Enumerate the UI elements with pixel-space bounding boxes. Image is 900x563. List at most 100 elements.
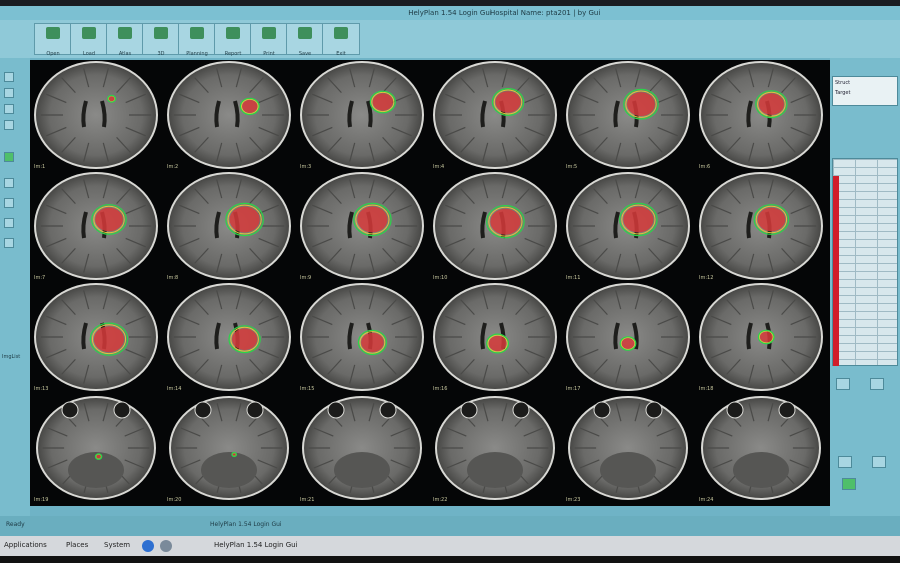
mri-slice[interactable]: Im:1 [31, 61, 161, 171]
browser-icon[interactable] [142, 540, 154, 552]
mri-slice[interactable]: Im:16 [430, 283, 560, 393]
mri-slice[interactable]: Im:12 [696, 172, 826, 282]
pan-tool-button[interactable] [4, 88, 14, 98]
slice-label: Im:9 [300, 275, 312, 281]
mri-slice[interactable]: Im:23 [563, 394, 693, 504]
mri-slice[interactable]: Im:7 [31, 172, 161, 282]
mri-slice[interactable]: Im:9 [297, 172, 427, 282]
slice-label: Im:1 [34, 164, 46, 170]
places-menu[interactable]: Places [66, 541, 88, 549]
structure-list[interactable]: Struct Target [832, 76, 898, 106]
app-window: HelyPlan 1.54 Login Gui Hospital Name: p… [0, 6, 900, 536]
toolbar-button-exit[interactable]: Exit [322, 23, 360, 57]
right-structure-panel: Struct Target [830, 58, 900, 518]
mri-slice[interactable]: Im:18 [696, 283, 826, 393]
slice-label: Im:16 [433, 386, 448, 392]
slice-label: Im:3 [300, 164, 312, 170]
slice-label: Im:19 [34, 497, 49, 503]
status-bar: Ready HelyPlan 1.54 Login Gui [0, 516, 900, 536]
measure-tool-button[interactable] [4, 120, 14, 130]
slice-label: Im:17 [566, 386, 581, 392]
applications-menu[interactable]: Applications [4, 541, 47, 549]
forward-button[interactable] [872, 456, 886, 468]
structure-row-struct[interactable]: Struct [835, 80, 850, 86]
mri-slice[interactable]: Im:14 [164, 283, 294, 393]
taskbar-window-item[interactable]: HelyPlan 1.54 Login Gui [214, 541, 298, 549]
slice-viewer[interactable]: Im:1 Im:2 Im:3 Im:4 Im:5 Im:6 Im:7 Im:8 Im:9 Im:1… [30, 60, 830, 506]
status-text: Ready [6, 521, 25, 528]
mri-slice[interactable]: Im:8 [164, 172, 294, 282]
slice-label: Im:8 [167, 275, 179, 281]
left-tool-panel: ImgList [0, 58, 30, 518]
os-taskbar: Applications Places System HelyPlan 1.54… [0, 536, 900, 556]
slice-label: Im:21 [300, 497, 315, 503]
confirm-button[interactable] [842, 478, 856, 490]
planning-icon [190, 27, 204, 39]
toolbar-button-3d[interactable]: 3D [142, 23, 180, 57]
slice-label: Im:15 [300, 386, 315, 392]
open-icon [46, 27, 60, 39]
mri-slice[interactable]: Im:13 [31, 283, 161, 393]
window-title: HelyPlan 1.54 Login Gui [408, 9, 492, 17]
next-slice-button[interactable] [870, 378, 884, 390]
structure-table[interactable] [832, 158, 898, 366]
toolbar-button-open[interactable]: Open [34, 23, 72, 57]
slice-label: Im:12 [699, 275, 714, 281]
reset-tool-button[interactable] [4, 238, 14, 248]
mri-slice[interactable]: Im:19 [31, 394, 161, 504]
title-bar: HelyPlan 1.54 Login Gui Hospital Name: p… [0, 6, 900, 20]
mri-slice[interactable]: Im:11 [563, 172, 693, 282]
mri-slice[interactable]: Im:10 [430, 172, 560, 282]
rotate-tool-button[interactable] [4, 218, 14, 228]
mri-slice[interactable]: Im:5 [563, 61, 693, 171]
zoom-tool-button[interactable] [4, 72, 14, 82]
structure-row-target[interactable]: Target [835, 90, 850, 96]
toolbar: Open Load Atlas 3D Planning Report Print… [0, 20, 900, 58]
mri-slice[interactable]: Im:17 [563, 283, 693, 393]
mri-slice[interactable]: Im:15 [297, 283, 427, 393]
slice-label: Im:2 [167, 164, 179, 170]
mri-slice[interactable]: Im:22 [430, 394, 560, 504]
window-level-button[interactable] [4, 104, 14, 114]
slice-label: Im:4 [433, 164, 445, 170]
slice-label: Im:5 [566, 164, 578, 170]
mri-slice[interactable]: Im:3 [297, 61, 427, 171]
mri-slice[interactable]: Im:4 [430, 61, 560, 171]
slice-label: Im:11 [566, 275, 581, 281]
play-button[interactable] [838, 456, 852, 468]
toolbar-button-planning[interactable]: Planning [178, 23, 216, 57]
mri-slice[interactable]: Im:20 [164, 394, 294, 504]
toolbar-button-report[interactable]: Report [214, 23, 252, 57]
prev-slice-button[interactable] [836, 378, 850, 390]
slice-label: Im:14 [167, 386, 182, 392]
load-icon [82, 27, 96, 39]
status-center-text: HelyPlan 1.54 Login Gui [210, 521, 282, 528]
slice-label: Im:23 [566, 497, 581, 503]
mri-slice[interactable]: Im:6 [696, 61, 826, 171]
3d-icon [154, 27, 168, 39]
toolbar-button-atlas[interactable]: Atlas [106, 23, 144, 57]
slice-label: Im:18 [699, 386, 714, 392]
monitor-bezel [0, 556, 900, 563]
mri-slice[interactable]: Im:2 [164, 61, 294, 171]
toolbar-button-save[interactable]: Save [286, 23, 324, 57]
slice-label: Im:10 [433, 275, 448, 281]
mri-slice[interactable]: Im:21 [297, 394, 427, 504]
exit-icon [334, 27, 348, 39]
slice-label: Im:7 [34, 275, 46, 281]
contour-tool-button[interactable] [4, 152, 14, 162]
target-color-bar [833, 176, 839, 366]
erase-tool-button[interactable] [4, 198, 14, 208]
print-icon [262, 27, 276, 39]
slice-label: Im:6 [699, 164, 711, 170]
slice-label: Im:24 [699, 497, 714, 503]
slice-label: Im:13 [34, 386, 49, 392]
atlas-icon [118, 27, 132, 39]
system-menu[interactable]: System [104, 541, 130, 549]
slice-label: Im:22 [433, 497, 448, 503]
toolbar-button-print[interactable]: Print [250, 23, 288, 57]
terminal-icon[interactable] [160, 540, 172, 552]
toolbar-button-load[interactable]: Load [70, 23, 108, 57]
brush-tool-button[interactable] [4, 178, 14, 188]
mri-slice[interactable]: Im:24 [696, 394, 826, 504]
